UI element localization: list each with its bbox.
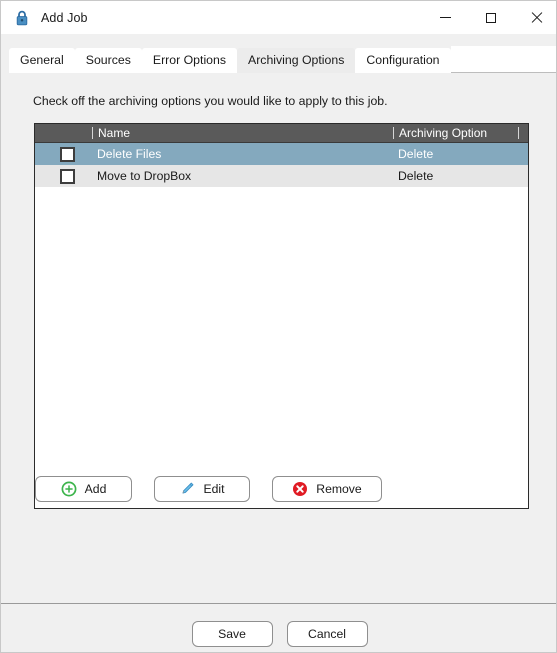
archiving-options-list[interactable]: Name Archiving Option Delete Files Delet… (34, 123, 529, 509)
table-row[interactable]: Move to DropBox Delete (35, 165, 528, 187)
edit-button-label: Edit (203, 482, 225, 496)
tab-strip-filler (450, 46, 556, 73)
list-header: Name Archiving Option (35, 124, 528, 143)
dialog-footer: Save Cancel (1, 603, 556, 652)
maximize-button[interactable] (468, 1, 513, 34)
minimize-icon (440, 17, 451, 18)
row-name: Delete Files (97, 147, 162, 161)
column-divider (518, 127, 519, 139)
tab-sources[interactable]: Sources (74, 48, 142, 73)
plus-circle-icon (61, 481, 77, 497)
tab-configuration[interactable]: Configuration (355, 48, 451, 73)
column-divider (92, 127, 93, 139)
minimize-button[interactable] (423, 1, 468, 34)
tab-archiving-options[interactable]: Archiving Options (237, 48, 356, 73)
window-title: Add Job (41, 10, 88, 25)
window-controls (423, 1, 556, 34)
tab-error-options[interactable]: Error Options (141, 48, 237, 73)
column-header-archiving-option[interactable]: Archiving Option (399, 124, 487, 142)
add-button-label: Add (84, 482, 107, 496)
tab-general[interactable]: General (9, 48, 75, 73)
column-divider (393, 127, 394, 139)
x-circle-icon (292, 481, 308, 497)
add-job-window: Add Job General Sources Error Options Ar… (0, 0, 557, 653)
title-bar: Add Job (1, 1, 556, 34)
maximize-icon (485, 12, 496, 23)
remove-button-label: Remove (316, 482, 362, 496)
row-checkbox[interactable] (60, 168, 75, 184)
save-button[interactable]: Save (191, 621, 273, 647)
edit-button[interactable]: Edit (154, 476, 250, 502)
cancel-button[interactable]: Cancel (286, 621, 368, 647)
instruction-text: Check off the archiving options you woul… (33, 94, 388, 108)
remove-button[interactable]: Remove (272, 476, 382, 502)
archiving-options-panel: Check off the archiving options you woul… (1, 73, 556, 603)
pencil-icon (179, 481, 195, 497)
close-icon (530, 12, 542, 24)
table-row[interactable]: Delete Files Delete (35, 143, 528, 165)
add-button[interactable]: Add (35, 476, 132, 502)
row-archiving-option: Delete (398, 147, 434, 161)
row-archiving-option: Delete (398, 169, 434, 183)
list-action-buttons: Add Edit Remove (35, 476, 382, 502)
column-header-name[interactable]: Name (98, 124, 130, 142)
row-checkbox[interactable] (60, 146, 75, 162)
tab-strip: General Sources Error Options Archiving … (1, 34, 556, 73)
row-name: Move to DropBox (97, 169, 192, 183)
close-button[interactable] (513, 1, 556, 34)
lock-icon (13, 9, 31, 27)
